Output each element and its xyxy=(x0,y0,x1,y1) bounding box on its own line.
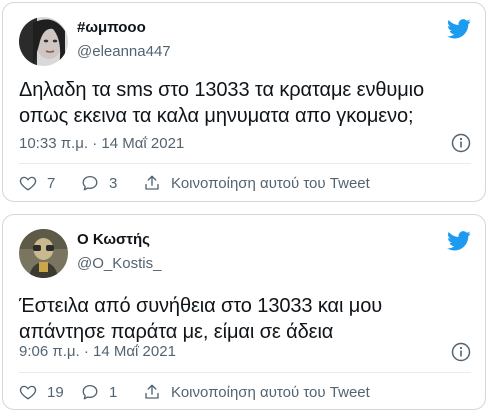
share-button[interactable]: Κοινοποίηση αυτού του Tweet xyxy=(143,174,370,192)
reply-bubble-icon xyxy=(82,384,98,400)
tweet-actions: 7 3 Κοινοποίηση αυτού του Tweet xyxy=(19,172,471,194)
like-count: 19 xyxy=(47,383,64,401)
reply-button[interactable]: 1 xyxy=(81,383,143,401)
reply-count: 3 xyxy=(109,174,118,192)
tweet-timestamp[interactable]: 10:33 π.μ. · 14 Μαΐ 2021 xyxy=(19,135,184,152)
info-icon[interactable] xyxy=(451,133,471,153)
share-label: Κοινοποίηση αυτού του Tweet xyxy=(171,383,370,401)
share-button[interactable]: Κοινοποίηση αυτού του Tweet xyxy=(143,383,370,401)
display-name[interactable]: Ο Κωστής xyxy=(77,231,150,248)
heart-icon xyxy=(19,385,37,400)
avatar[interactable] xyxy=(19,229,68,278)
reply-count: 1 xyxy=(109,383,118,401)
avatar[interactable] xyxy=(19,17,68,66)
like-button[interactable]: 19 xyxy=(19,383,81,401)
tweet-card[interactable]: Ο Κωστής @O_Kostis_ Έστειλα από συνήθεια… xyxy=(2,214,486,410)
tweet-text: Έστειλα από συνήθεια στο 13033 και μου α… xyxy=(19,295,383,343)
like-button[interactable]: 7 xyxy=(19,174,81,192)
info-icon[interactable] xyxy=(451,342,471,362)
user-handle[interactable]: @eleanna447 xyxy=(77,43,171,60)
divider xyxy=(19,372,471,373)
twitter-bird-icon[interactable] xyxy=(447,19,471,39)
reply-bubble-icon xyxy=(82,175,98,191)
share-icon xyxy=(145,175,159,190)
tweet-text: Δηλαδη τα sms στο 13033 τα κραταμε ενθυμ… xyxy=(19,79,425,127)
display-name[interactable]: #ωμποοο xyxy=(77,19,146,36)
divider xyxy=(19,163,471,164)
heart-icon xyxy=(19,176,37,191)
user-handle[interactable]: @O_Kostis_ xyxy=(77,255,161,272)
share-icon xyxy=(145,384,159,399)
share-label: Κοινοποίηση αυτού του Tweet xyxy=(171,174,370,192)
like-count: 7 xyxy=(47,174,56,192)
twitter-bird-icon[interactable] xyxy=(447,231,471,251)
tweet-timestamp[interactable]: 9:06 π.μ. · 14 Μαΐ 2021 xyxy=(19,343,176,360)
tweet-actions: 19 1 Κοινοποίηση αυτού του Tweet xyxy=(19,381,471,403)
reply-button[interactable]: 3 xyxy=(81,174,143,192)
tweet-card[interactable]: #ωμποοο @eleanna447 Δηλαδη τα sms στο 13… xyxy=(2,2,486,202)
